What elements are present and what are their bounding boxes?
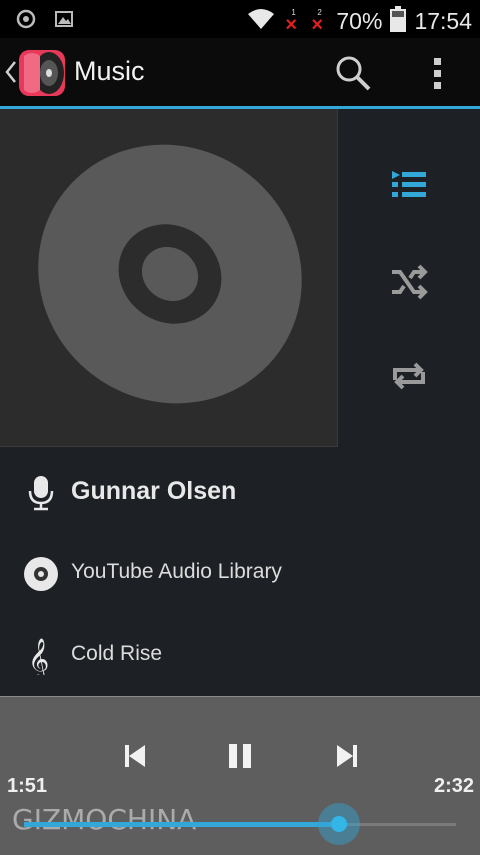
disc-placeholder-icon [38,144,302,404]
overflow-menu-icon[interactable] [424,54,452,92]
disc-icon [22,555,60,593]
battery-percent: 70% [336,8,383,34]
music-app-logo[interactable] [18,48,68,98]
clock: 17:54 [414,8,472,34]
title-row: 𝄞 Cold Rise [0,625,480,685]
treble-clef-icon: 𝄞 [22,637,60,681]
pause-icon[interactable] [223,739,257,773]
seek-bar-thumb[interactable] [318,803,361,845]
svg-text:𝄞: 𝄞 [28,638,49,675]
wifi-icon [246,7,276,36]
next-icon[interactable] [330,739,364,773]
total-duration: 2:32 [433,775,474,797]
player-panel: 1:51 2:32 GIZMOCHINA [0,696,480,855]
back-chevron-icon[interactable] [4,60,18,84]
sim1-no-signal-icon: 1 × [285,7,298,36]
repeat-icon[interactable] [386,356,432,396]
battery-icon [390,6,407,37]
action-bar: Music [0,38,480,109]
search-icon[interactable] [334,54,372,92]
album-name: YouTube Audio Library [71,560,282,583]
track-title: Cold Rise [71,642,163,665]
record-icon [16,9,36,34]
seek-bar-progress [24,822,340,827]
app-title: Music [74,56,145,86]
album-row: YouTube Audio Library [0,543,480,603]
playlist-icon[interactable] [386,166,432,206]
artist-name: Gunnar Olsen [71,477,237,505]
microphone-icon [22,474,60,512]
elapsed-time: 1:51 [7,775,48,797]
album-art [0,109,338,447]
sim2-no-signal-icon: 2 × [311,7,324,36]
previous-icon[interactable] [118,739,152,773]
status-bar: 1 × 2 × 70% 17:54 [0,0,480,38]
image-icon [54,9,74,34]
artist-row: Gunnar Olsen [0,462,480,522]
shuffle-icon[interactable] [386,262,432,302]
